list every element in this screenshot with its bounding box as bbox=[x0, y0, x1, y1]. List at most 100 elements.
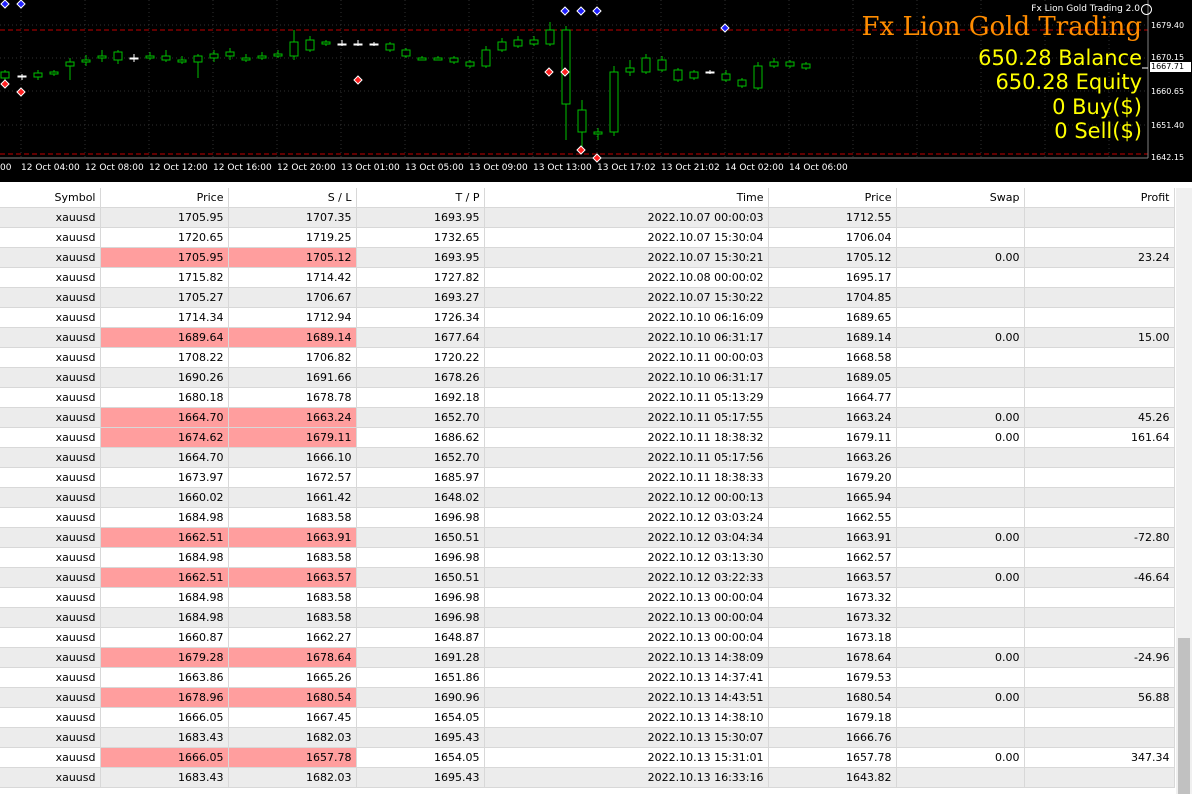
table-row[interactable]: xauusd 1674.62 1679.11 1686.62 2022.10.11 18… bbox=[0, 427, 1175, 448]
candle-body bbox=[193, 55, 203, 63]
column-header-sl[interactable]: S / L bbox=[228, 188, 357, 208]
balance-text: 650.28 Balance bbox=[978, 46, 1142, 70]
cell-swap bbox=[896, 467, 1025, 488]
table-row[interactable]: xauusd 1690.26 1691.66 1678.26 2022.10.10 06… bbox=[0, 367, 1175, 388]
table-row[interactable]: xauusd 1666.05 1657.78 1654.05 2022.10.13 15… bbox=[0, 747, 1175, 768]
cell-time: 2022.10.10 06:16:09 bbox=[484, 307, 769, 328]
candle-body bbox=[673, 69, 683, 81]
table-row[interactable]: xauusd 1720.65 1719.25 1732.65 2022.10.07 15… bbox=[0, 227, 1175, 248]
cell-profit bbox=[1024, 727, 1175, 748]
table-row[interactable]: xauusd 1684.98 1683.58 1696.98 2022.10.12 03… bbox=[0, 547, 1175, 568]
column-header-close-price[interactable]: Price bbox=[768, 188, 897, 208]
candle-body bbox=[529, 39, 539, 45]
cell-symbol: xauusd bbox=[0, 607, 101, 628]
cell-close-price: 1643.82 bbox=[768, 767, 897, 788]
cell-symbol: xauusd bbox=[0, 467, 101, 488]
cell-tp: 1693.95 bbox=[356, 207, 485, 228]
cell-close-price: 1664.77 bbox=[768, 387, 897, 408]
table-row[interactable]: xauusd 1689.64 1689.14 1677.64 2022.10.10 06… bbox=[0, 327, 1175, 348]
cell-tp: 1696.98 bbox=[356, 507, 485, 528]
cell-symbol: xauusd bbox=[0, 687, 101, 708]
cell-symbol: xauusd bbox=[0, 627, 101, 648]
candle-body bbox=[0, 71, 10, 79]
cell-close-price: 1663.26 bbox=[768, 447, 897, 468]
cell-time: 2022.10.12 03:22:33 bbox=[484, 567, 769, 588]
cell-tp: 1693.27 bbox=[356, 287, 485, 308]
cell-close-price: 1665.94 bbox=[768, 487, 897, 508]
time-tick-label: 13 Oct 05:00 bbox=[405, 163, 464, 173]
table-row[interactable]: xauusd 1683.43 1682.03 1695.43 2022.10.13 16… bbox=[0, 767, 1175, 788]
column-header-time[interactable]: Time bbox=[484, 188, 769, 208]
cell-close-price: 1678.64 bbox=[768, 647, 897, 668]
table-row[interactable]: xauusd 1660.02 1661.42 1648.02 2022.10.12 00… bbox=[0, 487, 1175, 508]
cell-symbol: xauusd bbox=[0, 587, 101, 608]
table-row[interactable]: xauusd 1662.51 1663.91 1650.51 2022.10.12 03… bbox=[0, 527, 1175, 548]
table-row[interactable]: xauusd 1684.98 1683.58 1696.98 2022.10.12 03… bbox=[0, 507, 1175, 528]
cell-close-price: 1679.53 bbox=[768, 667, 897, 688]
cell-time: 2022.10.10 06:31:17 bbox=[484, 327, 769, 348]
table-row[interactable]: xauusd 1714.34 1712.94 1726.34 2022.10.10 06… bbox=[0, 307, 1175, 328]
cell-close-price: 1689.14 bbox=[768, 327, 897, 348]
table-row[interactable]: xauusd 1705.95 1705.12 1693.95 2022.10.07 15… bbox=[0, 247, 1175, 268]
cell-time: 2022.10.13 15:31:01 bbox=[484, 747, 769, 768]
cell-symbol: xauusd bbox=[0, 307, 101, 328]
cell-sl: 1683.58 bbox=[228, 587, 357, 608]
column-header-profit[interactable]: Profit bbox=[1024, 188, 1175, 208]
orders-table-container[interactable]: Symbol Price S / L T / P Time Price Swap… bbox=[0, 188, 1176, 794]
cell-swap bbox=[896, 767, 1025, 788]
scrollbar-thumb[interactable] bbox=[1178, 638, 1190, 794]
time-tick-label: 13 Oct 09:00 bbox=[469, 163, 528, 173]
column-header-price[interactable]: Price bbox=[100, 188, 229, 208]
table-row[interactable]: xauusd 1679.28 1678.64 1691.28 2022.10.13 14… bbox=[0, 647, 1175, 668]
cell-close-price: 1662.57 bbox=[768, 547, 897, 568]
cell-tp: 1650.51 bbox=[356, 567, 485, 588]
column-header-symbol[interactable]: Symbol bbox=[0, 188, 101, 208]
cell-sl: 1714.42 bbox=[228, 267, 357, 288]
cell-sl: 1712.94 bbox=[228, 307, 357, 328]
cell-swap bbox=[896, 447, 1025, 468]
table-row[interactable]: xauusd 1678.96 1680.54 1690.96 2022.10.13 14… bbox=[0, 687, 1175, 708]
vertical-scrollbar[interactable] bbox=[1176, 188, 1192, 794]
cell-time: 2022.10.12 00:00:13 bbox=[484, 487, 769, 508]
table-row[interactable]: xauusd 1683.43 1682.03 1695.43 2022.10.13 15… bbox=[0, 727, 1175, 748]
cell-swap bbox=[896, 507, 1025, 528]
cell-time: 2022.10.11 05:17:56 bbox=[484, 447, 769, 468]
cell-price: 1666.05 bbox=[100, 747, 229, 768]
table-row[interactable]: xauusd 1680.18 1678.78 1692.18 2022.10.11 05… bbox=[0, 387, 1175, 408]
cell-swap bbox=[896, 487, 1025, 508]
table-row[interactable]: xauusd 1660.87 1662.27 1648.87 2022.10.13 00… bbox=[0, 627, 1175, 648]
cell-swap: 0.00 bbox=[896, 527, 1025, 548]
table-row[interactable]: xauusd 1662.51 1663.57 1650.51 2022.10.12 03… bbox=[0, 567, 1175, 588]
table-row[interactable]: xauusd 1673.97 1672.57 1685.97 2022.10.11 18… bbox=[0, 467, 1175, 488]
cell-profit bbox=[1024, 347, 1175, 368]
table-row[interactable]: xauusd 1705.27 1706.67 1693.27 2022.10.07 15… bbox=[0, 287, 1175, 308]
cell-symbol: xauusd bbox=[0, 287, 101, 308]
cell-swap bbox=[896, 627, 1025, 648]
price-chart[interactable]: Fx Lion Gold Trading 2.0 Fx Lion Gold Tr… bbox=[0, 0, 1192, 182]
cell-sl: 1663.24 bbox=[228, 407, 357, 428]
cell-sl: 1706.67 bbox=[228, 287, 357, 308]
table-row[interactable]: xauusd 1664.70 1666.10 1652.70 2022.10.11 05… bbox=[0, 447, 1175, 468]
column-header-swap[interactable]: Swap bbox=[896, 188, 1025, 208]
cell-symbol: xauusd bbox=[0, 327, 101, 348]
table-row[interactable]: xauusd 1708.22 1706.82 1720.22 2022.10.11 00… bbox=[0, 347, 1175, 368]
cell-close-price: 1668.58 bbox=[768, 347, 897, 368]
table-row[interactable]: xauusd 1705.95 1707.35 1693.95 2022.10.07 00… bbox=[0, 207, 1175, 228]
cell-time: 2022.10.11 18:38:32 bbox=[484, 427, 769, 448]
table-row[interactable]: xauusd 1663.86 1665.26 1651.86 2022.10.13 14… bbox=[0, 667, 1175, 688]
cell-price: 1664.70 bbox=[100, 407, 229, 428]
candle-body bbox=[257, 55, 267, 59]
table-row[interactable]: xauusd 1684.98 1683.58 1696.98 2022.10.13 00… bbox=[0, 587, 1175, 608]
column-header-tp[interactable]: T / P bbox=[356, 188, 485, 208]
cell-sl: 1705.12 bbox=[228, 247, 357, 268]
cell-price: 1673.97 bbox=[100, 467, 229, 488]
cell-time: 2022.10.07 15:30:22 bbox=[484, 287, 769, 308]
table-row[interactable]: xauusd 1684.98 1683.58 1696.98 2022.10.13 00… bbox=[0, 607, 1175, 628]
cell-tp: 1654.05 bbox=[356, 707, 485, 728]
cell-price: 1690.26 bbox=[100, 367, 229, 388]
cell-time: 2022.10.12 03:03:24 bbox=[484, 507, 769, 528]
table-row[interactable]: xauusd 1715.82 1714.42 1727.82 2022.10.08 00… bbox=[0, 267, 1175, 288]
table-row[interactable]: xauusd 1666.05 1667.45 1654.05 2022.10.13 14… bbox=[0, 707, 1175, 728]
table-row[interactable]: xauusd 1664.70 1663.24 1652.70 2022.10.11 05… bbox=[0, 407, 1175, 428]
time-tick-label: 12 Oct 12:00 bbox=[149, 163, 208, 173]
